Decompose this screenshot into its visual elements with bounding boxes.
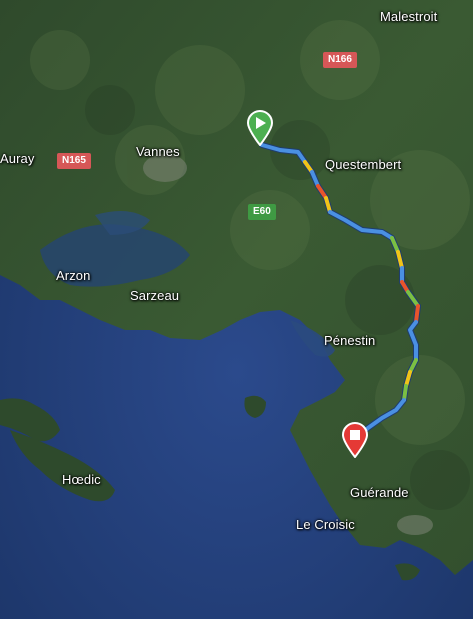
- town-area: [397, 515, 433, 535]
- place-label-guerande[interactable]: Guérande: [350, 485, 409, 500]
- place-label-sarzeau[interactable]: Sarzeau: [130, 288, 179, 303]
- place-label-malestroit[interactable]: Malestroit: [380, 9, 437, 24]
- place-label-hoedic[interactable]: Hœdic: [62, 472, 101, 487]
- stop-icon: [350, 430, 360, 440]
- start-marker[interactable]: [246, 110, 274, 146]
- place-label-arzon[interactable]: Arzon: [56, 268, 90, 283]
- place-label-vannes[interactable]: Vannes: [136, 144, 180, 159]
- map-imagery: [0, 0, 473, 619]
- end-marker[interactable]: [341, 422, 369, 458]
- road-shield-e60: E60: [248, 204, 276, 220]
- place-label-le-croisic[interactable]: Le Croisic: [296, 517, 355, 532]
- place-label-auray[interactable]: Auray: [0, 151, 34, 166]
- place-label-questembert[interactable]: Questembert: [325, 157, 401, 172]
- map-view[interactable]: N166 N165 E60 Malestroit Auray Vannes Qu…: [0, 0, 473, 619]
- road-shield-n166: N166: [323, 52, 357, 68]
- place-label-penestin[interactable]: Pénestin: [324, 333, 375, 348]
- road-shield-n165: N165: [57, 153, 91, 169]
